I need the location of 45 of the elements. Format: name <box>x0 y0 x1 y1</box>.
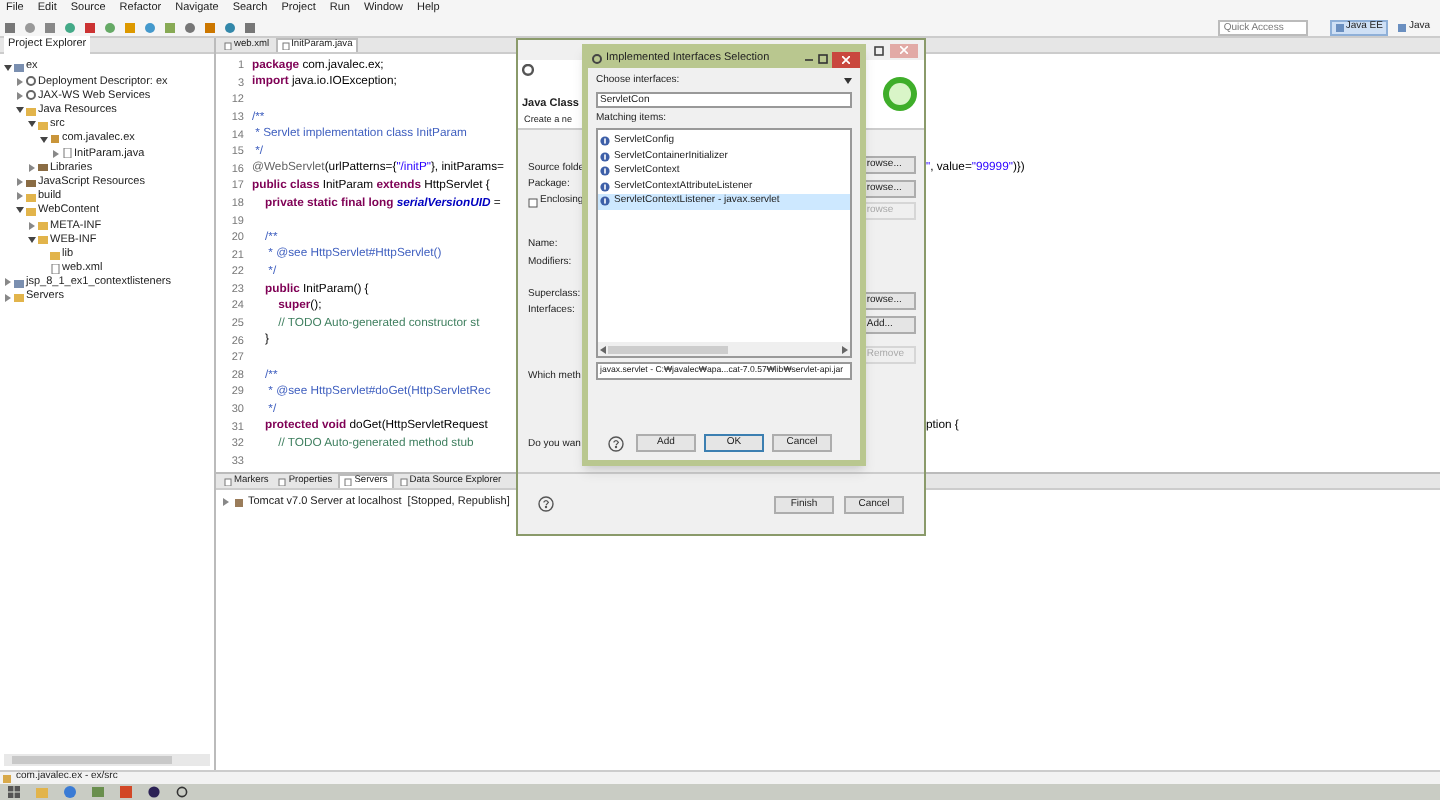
square-tool-icon[interactable] <box>124 21 136 33</box>
horizontal-scrollbar[interactable] <box>4 754 210 766</box>
server-icon <box>234 497 244 507</box>
close-icon <box>842 55 850 63</box>
help-icon[interactable] <box>538 496 554 512</box>
tree-arrow-icon[interactable] <box>16 106 24 115</box>
project-icon <box>14 277 24 288</box>
maximize-icon[interactable] <box>818 54 828 64</box>
perspective-icon <box>1335 23 1344 31</box>
circle-tool-icon[interactable] <box>184 21 196 33</box>
square-tool-icon[interactable] <box>4 21 16 33</box>
circle-tool-icon[interactable] <box>64 21 76 33</box>
square-tool-icon[interactable] <box>84 21 96 33</box>
scroll-right-icon[interactable] <box>842 345 848 353</box>
file-icon <box>281 42 290 50</box>
checkbox[interactable] <box>528 197 538 207</box>
perspective-icon <box>1398 23 1407 31</box>
square-tool-icon[interactable] <box>44 21 56 33</box>
square-tool-icon[interactable] <box>164 21 176 33</box>
package-icon <box>2 773 12 783</box>
dropdown-arrow-icon[interactable] <box>844 78 852 85</box>
circle-tool-icon[interactable] <box>104 21 116 33</box>
package-icon <box>50 134 60 145</box>
tree-arrow-icon[interactable] <box>40 135 48 144</box>
tree-arrow-icon[interactable] <box>28 120 36 129</box>
square-tool-icon[interactable] <box>204 21 216 33</box>
close-button[interactable] <box>832 51 860 67</box>
circle-tool-icon[interactable] <box>144 21 156 33</box>
tree-arrow-icon[interactable] <box>28 235 36 244</box>
circle-tool-icon[interactable] <box>224 21 236 33</box>
help-icon[interactable] <box>608 435 624 451</box>
file-icon <box>62 148 72 159</box>
circle-tool-icon[interactable] <box>24 21 36 33</box>
tree-arrow-icon[interactable] <box>16 206 24 215</box>
file-icon <box>50 263 60 274</box>
square-tool-icon[interactable] <box>244 21 256 33</box>
maximize-icon[interactable] <box>874 45 884 55</box>
tree-arrow-icon[interactable] <box>4 63 12 72</box>
horizontal-scrollbar[interactable] <box>598 342 850 356</box>
close-icon <box>900 46 908 54</box>
folder-icon <box>14 292 24 303</box>
start-icon[interactable] <box>8 786 20 798</box>
file-icon <box>344 478 353 486</box>
minimize-icon[interactable] <box>804 54 814 64</box>
project-icon <box>14 62 24 73</box>
